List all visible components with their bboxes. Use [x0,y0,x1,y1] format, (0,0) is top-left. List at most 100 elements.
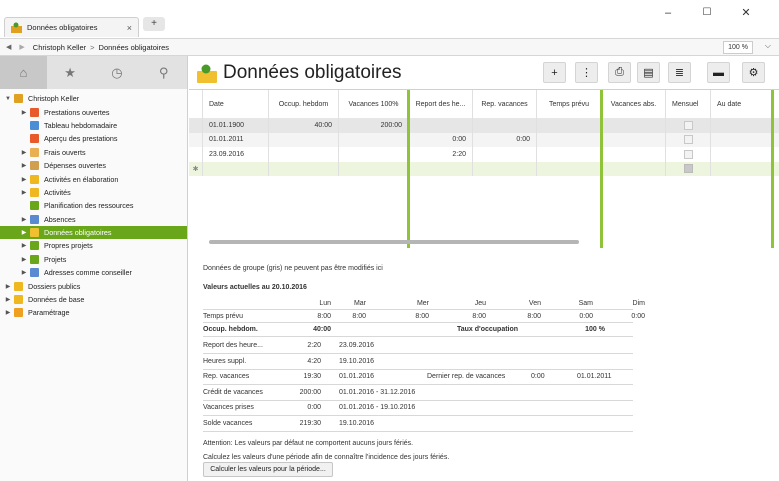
sidebar-item[interactable]: ▶ Adresses comme conseiller [0,266,187,279]
grid-cell[interactable] [269,147,339,162]
checkbox-cell[interactable] [666,132,711,147]
sidebar-item[interactable]: ▶ Activités [0,186,187,199]
column-header[interactable]: Vacances 100% [339,90,409,118]
grid-cell[interactable]: 23.09.2016 [203,147,269,162]
grid-cell[interactable] [602,132,666,147]
grid-cell[interactable]: 0:00 [473,132,537,147]
breadcrumb-item-user[interactable]: Christoph Keller [33,43,86,52]
tree-expand-icon[interactable]: ▶ [20,189,28,196]
print-button[interactable]: ⎙ [608,62,631,83]
grid-cell[interactable]: 0:00 [409,132,473,147]
grid-cell[interactable]: 200:00 [339,118,409,133]
grid-cell[interactable] [473,118,537,133]
column-header[interactable]: Vacances abs. [602,90,666,118]
close-window-button[interactable]: ✕ [736,6,756,20]
sidebar-item[interactable]: Tableau hebdomadaire [0,119,187,132]
tree-expand-icon[interactable]: ▶ [20,242,28,249]
breadcrumb-item-current[interactable]: Données obligatoires [99,43,169,52]
grid-cell[interactable] [711,118,773,133]
history-clock-icon[interactable]: ◷ [94,56,141,89]
grid-cell[interactable] [339,132,409,147]
tree-expand-icon[interactable]: ▼ [4,96,12,102]
sidebar-item[interactable]: ▶ Paramétrage [0,306,187,319]
sidebar-item[interactable]: ▶ Absences [0,213,187,226]
grid-cell[interactable] [711,161,773,176]
column-header[interactable]: Temps prévu [537,90,602,118]
more-options-button[interactable]: ⋮ [575,62,598,83]
tree-expand-icon[interactable]: ▶ [20,162,28,169]
grid-cell[interactable] [537,161,602,176]
grid-cell[interactable]: 01.01.2011 [203,132,269,147]
column-header[interactable]: Occup. hebdom [269,90,339,118]
tree-expand-icon[interactable]: ▶ [20,229,28,236]
tree-expand-icon[interactable]: ▶ [20,149,28,156]
sidebar-item[interactable]: ▶ Dépenses ouvertes [0,159,187,172]
table-row[interactable]: 01.01.2011 0:00 0:00 [189,132,779,147]
tree-expand-icon[interactable]: ▶ [20,269,28,276]
tree-expand-icon[interactable]: ▶ [4,296,12,303]
grid-cell[interactable] [537,147,602,162]
checkbox-cell[interactable] [666,161,711,176]
tree-expand-icon[interactable]: ▶ [4,283,12,290]
list-view-button[interactable]: ≣ [668,62,691,83]
grid-cell[interactable] [473,161,537,176]
grid-cell[interactable] [537,132,602,147]
folder-button[interactable]: ▬ [707,62,730,83]
zoom-dropdown-icon[interactable]: ⌵ [765,41,771,51]
table-row[interactable]: 01.01.1900 40:00 200:00 [189,118,779,133]
export-button[interactable]: ▤ [637,62,660,83]
sidebar-item[interactable]: ▶ Dossiers publics [0,279,187,292]
column-header[interactable]: Rep. vacances [473,90,537,118]
checkbox-cell[interactable] [666,118,711,133]
sidebar-item[interactable]: Aperçu des prestations [0,132,187,145]
settings-gear-button[interactable]: ⚙ [742,62,765,83]
sidebar-item[interactable]: ▶ Activités en élaboration [0,172,187,185]
grid-cell[interactable] [602,118,666,133]
tree-expand-icon[interactable]: ▶ [20,216,28,223]
tab-close-icon[interactable]: × [127,23,132,33]
tree-expand-icon[interactable]: ▶ [20,256,28,263]
maximize-button[interactable]: ☐ [697,6,717,20]
grid-cell[interactable] [203,161,269,176]
add-button[interactable]: + [543,62,566,83]
grid-cell[interactable]: 40:00 [269,118,339,133]
grid-cell[interactable] [711,147,773,162]
sidebar-item[interactable]: ▶ Projets [0,253,187,266]
grid-cell[interactable] [473,147,537,162]
grid-cell[interactable] [269,161,339,176]
column-header[interactable]: Date [203,90,269,118]
search-icon[interactable]: ⚲ [140,56,187,89]
grid-cell[interactable] [537,118,602,133]
table-row[interactable]: 23.09.2016 2:20 [189,147,779,162]
column-header[interactable]: Mensuel [666,90,711,118]
column-header[interactable]: Report des he... [409,90,473,118]
home-icon[interactable]: ⌂ [0,56,47,89]
checkbox-cell[interactable] [666,147,711,162]
forward-arrow-icon[interactable]: ▶ [19,43,24,51]
grid-cell[interactable]: 01.01.1900 [203,118,269,133]
sidebar-item[interactable]: Planification des ressources [0,199,187,212]
calculate-period-button[interactable]: Calculer les valeurs pour la période... [203,462,333,477]
sidebar-item[interactable]: ▶ Données obligatoires [0,225,187,240]
mensuel-checkbox[interactable] [683,135,693,145]
grid-cell[interactable] [602,161,666,176]
grid-cell[interactable] [409,161,473,176]
grid-cell[interactable] [339,161,409,176]
tree-expand-icon[interactable]: ▶ [20,109,28,116]
sidebar-item[interactable]: ▶ Propres projets [0,239,187,252]
minimize-button[interactable]: – [658,6,678,20]
grid-cell[interactable] [269,132,339,147]
grid-cell[interactable]: 2:20 [409,147,473,162]
sidebar-item[interactable]: ▶ Données de base [0,293,187,306]
table-row[interactable]: ✱ [189,161,779,176]
mensuel-checkbox[interactable] [683,164,693,174]
back-arrow-icon[interactable]: ◀ [6,43,11,51]
grid-cell[interactable] [339,147,409,162]
window-tab[interactable]: Données obligatoires × [4,17,139,37]
sidebar-item[interactable]: ▶ Frais ouverts [0,146,187,159]
tree-expand-icon[interactable]: ▶ [20,176,28,183]
favorites-star-icon[interactable]: ★ [47,56,94,89]
new-tab-button[interactable]: + [143,17,165,31]
mensuel-checkbox[interactable] [683,149,693,159]
column-header[interactable]: Au date [711,90,773,118]
